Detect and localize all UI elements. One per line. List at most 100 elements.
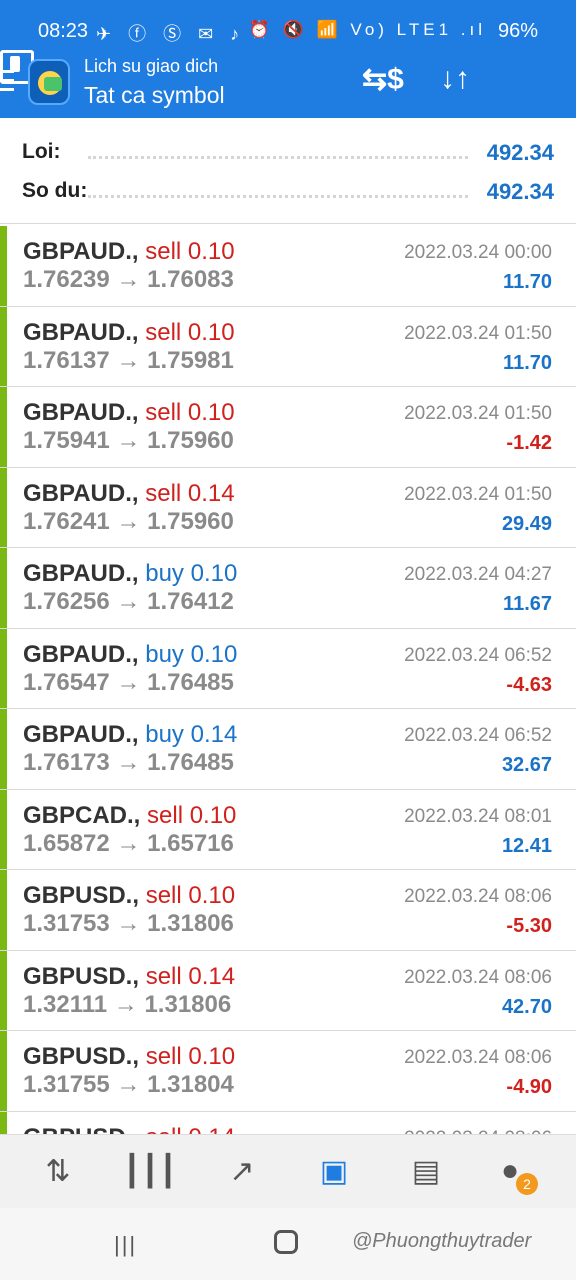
- deal-time: 2022.03.24 01:50: [404, 483, 552, 505]
- deal-open-price: 1.75941: [23, 427, 110, 454]
- profit-row: Loi: 492.34: [22, 140, 554, 170]
- deal-profit: 11.67: [503, 593, 552, 615]
- deal-row[interactable]: GBPAUD., buy 0.10 1.76547 → 1.76485 2022.0…: [0, 628, 576, 709]
- deal-status-bar: [0, 548, 7, 628]
- arrow-right-icon: →: [109, 346, 148, 374]
- deal-symbol: GBPCAD., sell 0.10: [23, 802, 236, 830]
- deal-row[interactable]: GBPAUD., buy 0.10 1.76256 → 1.76412 2022.0…: [0, 548, 576, 629]
- deal-close-price: 1.76412: [147, 588, 234, 615]
- deal-side: sell 0.14: [145, 479, 235, 507]
- deal-time: 2022.03.24 01:50: [404, 403, 552, 424]
- deal-open-price: 1.31755: [23, 1071, 110, 1098]
- status-bar: 08:23 ✈ ⓕ Ⓢ ✉ ♪ • ⏰ 🔇 📶 Vo) LTE1 .ıl 96%: [0, 0, 576, 50]
- deal-open-price: 1.65872: [23, 829, 110, 857]
- deal-profit: -5.30: [506, 915, 552, 937]
- deal-time: 2022.03.24 08:06: [404, 886, 552, 907]
- arrow-right-icon: →: [109, 588, 148, 615]
- deal-row[interactable]: GBPUSD., sell 0.14 1.32111 → 1.31806 2022.…: [0, 950, 576, 1031]
- battery-level: 96%: [497, 20, 538, 42]
- deal-time: 2022.03.24 06:52: [404, 725, 552, 746]
- deal-close-price: 1.76485: [147, 668, 234, 696]
- balance-label: So du:: [22, 179, 88, 202]
- deal-row[interactable]: GBPAUD., sell 0.10 1.75941 → 1.75960 2022.…: [0, 387, 576, 468]
- deal-symbol: GBPUSD., sell 0.10: [23, 882, 235, 910]
- balance-value: 492.34: [486, 179, 554, 204]
- watermark-text: @Phuongthuytrader: [352, 1230, 532, 1252]
- currency-exchange-icon[interactable]: ⇆$: [362, 62, 404, 97]
- deal-row[interactable]: GBPAUD., buy 0.14 1.76173 → 1.76485 2022.0…: [0, 709, 576, 790]
- deal-row[interactable]: GBPAUD., sell 0.10 1.76137 → 1.75981 2022.…: [0, 306, 576, 387]
- arrow-right-icon: →: [109, 266, 148, 293]
- deal-prices: 1.76137 → 1.75981: [23, 347, 234, 375]
- arrow-right-icon: →: [109, 829, 148, 857]
- deal-prices: 1.76547 → 1.76485: [23, 669, 234, 697]
- deal-time: 2022.03.24 08:01: [404, 805, 552, 827]
- deal-side: sell 0.14: [146, 1124, 235, 1135]
- deal-symbol: GBPAUD., sell 0.14: [23, 480, 235, 508]
- deal-status-bar: [0, 306, 7, 386]
- deal-row[interactable]: GBPCAD., sell 0.10 1.65872 → 1.65716 2022.…: [0, 789, 576, 870]
- deal-symbol: GBPUSD., sell 0.14: [23, 963, 235, 991]
- recent-apps-button[interactable]: |||: [114, 1232, 137, 1258]
- deal-symbol-name: GBPUSD.,: [23, 962, 140, 990]
- deal-close-price: 1.76485: [147, 749, 234, 776]
- deal-symbol-name: GBPAUD.,: [23, 560, 139, 587]
- leader-dots: [88, 195, 468, 198]
- deal-symbol: GBPAUD., sell 0.10: [23, 319, 235, 347]
- balance-row: So du: 492.34: [22, 179, 554, 209]
- deal-time: 2022.03.24 04:27: [404, 564, 552, 585]
- deal-symbol-name: GBPCAD.,: [23, 801, 141, 829]
- deal-symbol: GBPAUD., sell 0.10: [23, 399, 235, 427]
- deal-symbol-name: GBPAUD.,: [23, 318, 139, 346]
- arrow-right-icon: →: [107, 990, 145, 1018]
- notification-icons: ✈ ⓕ Ⓢ ✉ ♪ •: [96, 24, 269, 44]
- deal-side: buy 0.10: [145, 640, 238, 668]
- deal-time: 2022.03.24 08:06: [404, 966, 552, 988]
- deal-status-bar: [0, 870, 7, 950]
- deal-row[interactable]: GBPUSD., sell 0.142022.03.24 08:06: [0, 1111, 576, 1135]
- deal-row[interactable]: GBPUSD., sell 0.10 1.31755 → 1.31804 2022.…: [0, 1031, 576, 1112]
- trade-icon[interactable]: ↗: [220, 1151, 264, 1191]
- profit-label: Loi:: [22, 140, 61, 163]
- deal-side: sell 0.10: [145, 882, 236, 909]
- deal-open-price: 1.76239: [23, 266, 110, 293]
- deal-open-price: 1.76256: [23, 588, 110, 615]
- deal-status-bar: [0, 709, 7, 789]
- history-icon[interactable]: ▣: [312, 1151, 356, 1191]
- app-logo-icon: [28, 59, 70, 105]
- deal-symbol: GBPAUD., buy 0.10: [23, 641, 237, 669]
- deal-symbol: GBPUSD., sell 0.10: [23, 1043, 235, 1071]
- page-subtitle: Lich su giao dich: [84, 56, 219, 76]
- chart-candles-icon[interactable]: ┃┃┃: [123, 1151, 177, 1191]
- deal-prices: 1.76173 → 1.76485: [23, 749, 234, 777]
- system-status-icons: ⏰ 🔇 📶 Vo) LTE1 .ıl: [248, 20, 486, 39]
- deal-profit: -4.63: [506, 673, 552, 696]
- deal-close-price: 1.65716: [147, 829, 234, 857]
- sort-icon[interactable]: ↓↑: [440, 62, 470, 96]
- deal-close-price: 1.75981: [147, 346, 234, 374]
- status-time: 08:23: [38, 20, 89, 42]
- deal-profit: 29.49: [501, 512, 552, 535]
- deal-open-price: 1.76137: [23, 346, 110, 374]
- deal-open-price: 1.32111: [23, 990, 108, 1018]
- deals-list[interactable]: GBPAUD., sell 0.10 1.76239 → 1.76083 2022.…: [0, 226, 576, 1134]
- bottom-nav: ⇅ ┃┃┃ ↗ ▣ ▤ ● 2: [0, 1134, 576, 1208]
- deal-time: 2022.03.24 00:00: [404, 242, 552, 263]
- menu-icon[interactable]: [0, 70, 14, 92]
- system-nav-bar: ||| @Phuongthuytrader: [0, 1208, 576, 1280]
- deal-time: 2022.03.24 08:06: [404, 1047, 552, 1068]
- deal-side: buy 0.14: [145, 721, 238, 748]
- quotes-icon[interactable]: ⇅: [36, 1151, 80, 1191]
- symbol-filter-title[interactable]: Tat ca symbol: [84, 82, 225, 109]
- deal-profit: 42.70: [501, 995, 552, 1018]
- deal-close-price: 1.76083: [147, 266, 234, 293]
- deal-row[interactable]: GBPUSD., sell 0.10 1.31753 → 1.31806 2022.…: [0, 870, 576, 951]
- deal-profit: 11.70: [503, 271, 552, 293]
- deal-row[interactable]: GBPAUD., sell 0.10 1.76239 → 1.76083 2022.…: [0, 226, 576, 307]
- deal-row[interactable]: GBPAUD., sell 0.14 1.76241 → 1.75960 2022.…: [0, 467, 576, 548]
- home-button[interactable]: [274, 1230, 298, 1254]
- deal-close-price: 1.31806: [147, 910, 234, 937]
- news-icon[interactable]: ▤: [404, 1151, 448, 1191]
- deal-prices: 1.76239 → 1.76083: [23, 266, 234, 294]
- messages-icon[interactable]: ● 2: [488, 1151, 538, 1195]
